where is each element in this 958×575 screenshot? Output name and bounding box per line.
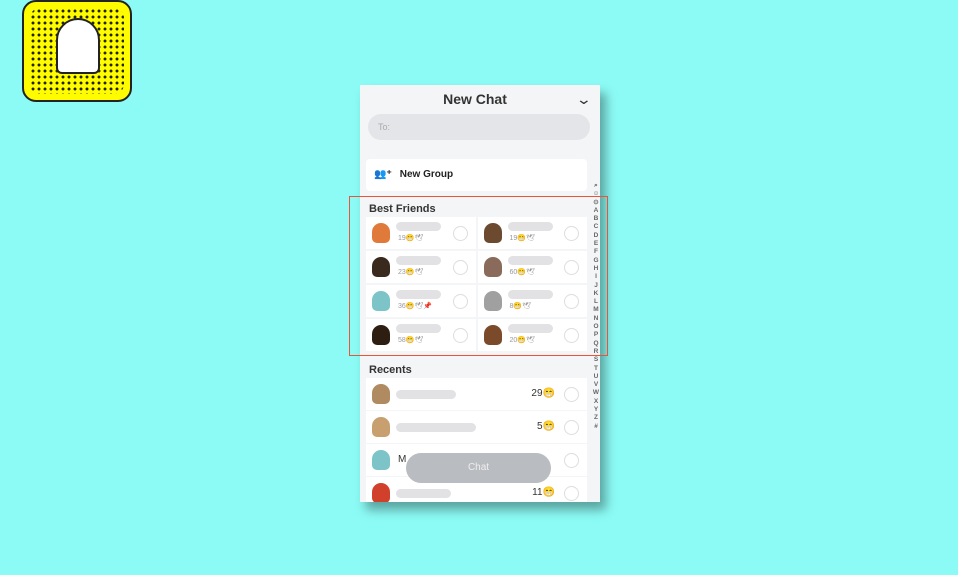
ghost-icon [56,18,100,74]
page-title: New Chat [443,91,507,107]
recent-score: 29😁 [531,388,555,399]
recent-score: 5😁 [536,421,555,432]
recents-list: 29😁 5😁 M 11😁 [366,378,587,502]
select-radio[interactable] [564,420,579,435]
to-input[interactable]: To: [368,114,590,140]
chevron-down-icon[interactable]: ⌄ [576,91,592,108]
chat-button[interactable]: Chat [406,453,551,483]
recents-heading: Recents [369,364,412,376]
highlight-box [349,196,608,356]
avatar [372,417,390,437]
avatar [372,384,390,404]
name-redacted [396,390,456,399]
new-group-label: New Group [399,169,454,180]
recent-score: 11😁 [532,487,555,498]
index-letter[interactable]: X [592,398,600,406]
index-letter[interactable]: V [592,381,600,389]
recent-item[interactable]: 5😁 [366,411,587,443]
recent-item[interactable]: 29😁 [366,378,587,410]
select-radio[interactable] [564,387,579,402]
avatar [372,450,390,470]
select-radio[interactable] [564,486,579,501]
index-letter[interactable]: W [592,389,600,397]
recent-score: M [398,454,407,465]
index-letter[interactable]: Z [592,414,600,422]
index-letter[interactable]: S [592,356,600,364]
name-redacted [396,423,476,432]
index-letter[interactable]: # [592,423,600,431]
index-letter[interactable]: U [592,373,600,381]
snapchat-logo [22,0,132,102]
index-letter[interactable]: ⌕ [592,182,600,190]
add-group-icon: 👥⁺ [374,169,392,180]
name-redacted [396,489,451,498]
select-radio[interactable] [564,453,579,468]
index-letter[interactable]: Y [592,406,600,414]
new-group-button[interactable]: 👥⁺ New Group [366,159,587,191]
avatar [372,483,390,502]
index-letter[interactable]: T [592,365,600,373]
